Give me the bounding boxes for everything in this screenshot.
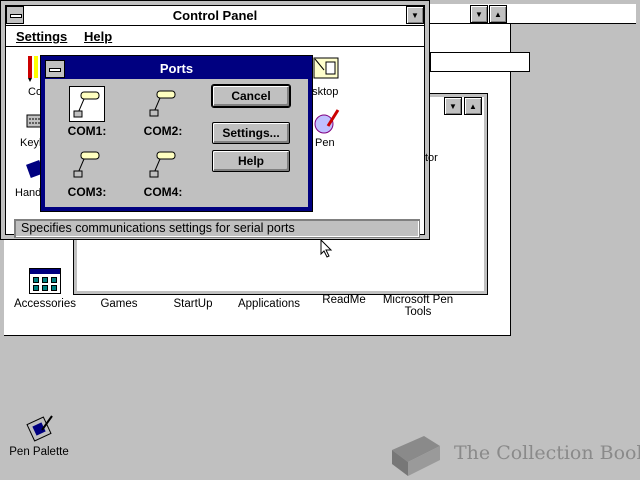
serial-connector-icon bbox=[69, 86, 105, 122]
port-com2[interactable]: COM2: bbox=[133, 86, 193, 138]
pen-applet-icon[interactable] bbox=[312, 108, 340, 139]
port-label: COM3: bbox=[67, 185, 107, 199]
ports-dialog-body: COM1: COM2: COM3: COM4: Cancel Settings.… bbox=[45, 79, 308, 207]
pen-palette-icon bbox=[24, 414, 54, 442]
mouse-cursor bbox=[320, 238, 334, 262]
ports-dialog: Ports COM1: COM2: COM3: COM4: Cancel Set… bbox=[40, 55, 313, 212]
serial-connector-icon bbox=[145, 86, 181, 122]
group-label: ReadMe bbox=[322, 294, 366, 306]
group-label: Accessories bbox=[14, 298, 76, 310]
program-group-icon bbox=[29, 268, 61, 294]
watermark-text: The Collection Book bbox=[454, 442, 640, 464]
port-label: COM4: bbox=[143, 185, 183, 199]
serial-connector-icon bbox=[145, 147, 181, 183]
status-bar: Specifies communications settings for se… bbox=[14, 219, 420, 238]
menu-settings[interactable]: Settings bbox=[16, 29, 67, 44]
group-label: Games bbox=[100, 298, 138, 310]
desktop-icon-label: Pen Palette bbox=[9, 446, 69, 458]
minimize-button[interactable]: ▼ bbox=[470, 5, 488, 23]
program-manager-caption bbox=[430, 52, 530, 72]
partial-icon-label: tor bbox=[425, 152, 438, 164]
help-button[interactable]: Help bbox=[212, 150, 290, 172]
group-label: StartUp bbox=[173, 298, 213, 310]
group-label: Microsoft Pen Tools bbox=[382, 294, 454, 318]
minimize-button[interactable]: ▼ bbox=[444, 97, 462, 115]
port-com4[interactable]: COM4: bbox=[133, 147, 193, 199]
control-panel-title-bar[interactable]: Control Panel bbox=[6, 6, 424, 26]
port-com3[interactable]: COM3: bbox=[57, 147, 117, 199]
port-com1[interactable]: COM1: bbox=[57, 86, 117, 138]
port-label: COM1: bbox=[67, 124, 107, 138]
settings-button[interactable]: Settings... bbox=[212, 122, 290, 144]
maximize-button[interactable]: ▲ bbox=[489, 5, 507, 23]
menu-help[interactable]: Help bbox=[84, 29, 112, 44]
desktop-icon-pen-palette[interactable]: Pen Palette bbox=[8, 414, 70, 458]
port-label: COM2: bbox=[143, 124, 183, 138]
cancel-button[interactable]: Cancel bbox=[211, 84, 291, 108]
system-menu-button[interactable] bbox=[45, 60, 65, 78]
ports-title-bar[interactable]: Ports bbox=[45, 60, 308, 78]
book-icon bbox=[392, 436, 440, 476]
system-menu-button[interactable] bbox=[6, 6, 24, 24]
maximize-button[interactable]: ▲ bbox=[464, 97, 482, 115]
menu-bar: Settings Help bbox=[6, 27, 424, 47]
handwriting-label: Hand bbox=[15, 187, 42, 199]
desktop-applet-icon[interactable] bbox=[312, 56, 340, 85]
pen-applet-label: Pen bbox=[315, 137, 335, 149]
watermark: The Collection Book bbox=[388, 430, 640, 478]
group-label: Applications bbox=[237, 298, 300, 310]
minimize-button[interactable]: ▼ bbox=[406, 6, 424, 24]
serial-connector-icon bbox=[69, 147, 105, 183]
